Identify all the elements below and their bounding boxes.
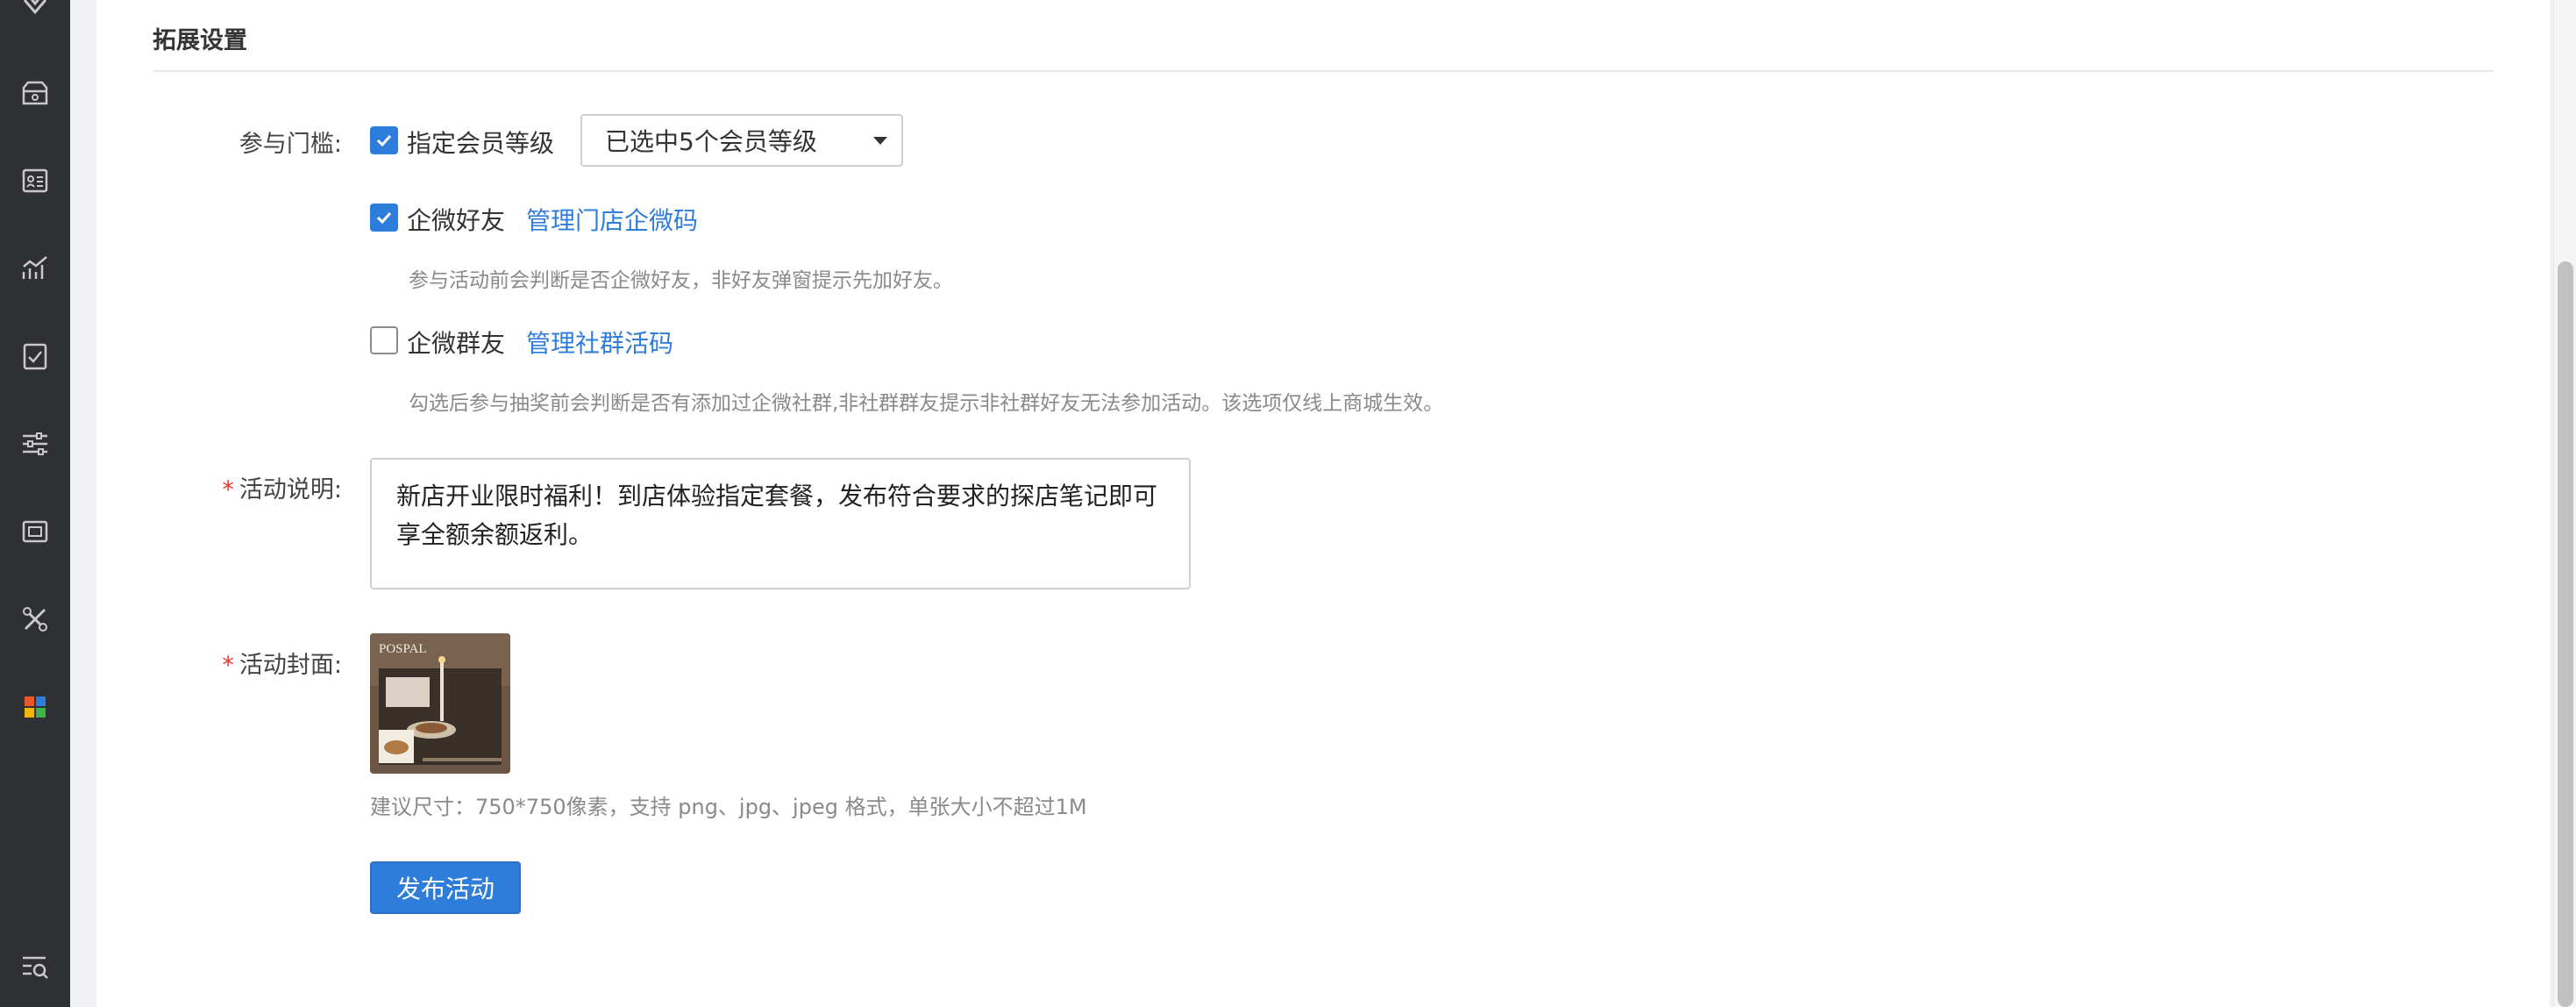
description-textarea[interactable]: 新店开业限时福利！到店体验指定套餐，发布符合要求的探店笔记即可享全额余额返利。 [370, 458, 1191, 589]
svg-text:POSPAL: POSPAL [379, 642, 426, 656]
manage-group-live-code-link[interactable]: 管理社群活码 [526, 325, 673, 360]
wecom-friend-hint: 参与活动前会判断是否企微好友，非好友弹窗提示先加好友。 [409, 269, 953, 292]
member-level-select-value: 已选中5个会员等级 [605, 127, 817, 156]
search-list-icon[interactable] [18, 949, 53, 984]
tools-icon[interactable] [18, 602, 53, 637]
member-level-checkbox[interactable] [370, 126, 398, 154]
required-mark: * [222, 476, 234, 504]
cover-image[interactable]: POSPAL [370, 633, 510, 774]
cover-label: * 活动封面: [222, 652, 342, 679]
required-mark: * [222, 652, 234, 679]
cover-size-hint: 建议尺寸：750*750像素，支持 png、jpg、jpeg 格式，单张大小不超… [370, 795, 1087, 819]
coupon-icon[interactable] [18, 514, 53, 549]
section-title: 拓展设置 [153, 27, 247, 54]
member-level-select[interactable]: 已选中5个会员等级 [580, 114, 903, 167]
sidebar-nav [0, 0, 70, 1007]
description-label: * 活动说明: [222, 476, 342, 504]
caret-down-icon [873, 137, 887, 145]
section-divider [153, 70, 2494, 72]
apps-icon[interactable] [18, 689, 53, 725]
wecom-friend-checkbox[interactable] [370, 204, 398, 232]
check-icon [376, 134, 392, 147]
wecom-group-label: 企微群友 [407, 329, 506, 358]
settings-panel: 拓展设置 参与门槛: 指定会员等级 已选中5个会员等级 企微好友 管理门店企微码… [96, 0, 2550, 1007]
ticket-icon[interactable] [18, 75, 53, 111]
scrollbar[interactable] [2553, 0, 2576, 1007]
publish-activity-button[interactable]: 发布活动 [370, 861, 521, 914]
member-level-label: 指定会员等级 [407, 129, 555, 158]
wecom-friend-label: 企微好友 [407, 206, 506, 235]
chart-icon[interactable] [18, 251, 53, 286]
checklist-icon[interactable] [18, 339, 53, 374]
id-card-icon[interactable] [18, 163, 53, 198]
sliders-icon[interactable] [18, 426, 53, 461]
wecom-group-checkbox[interactable] [370, 326, 398, 354]
diamond-icon[interactable] [18, 0, 53, 25]
threshold-label: 参与门槛: [238, 131, 342, 158]
wecom-group-hint: 勾选后参与抽奖前会判断是否有添加过企微社群,非社群群友提示非社群好友无法参加活动… [409, 392, 1444, 415]
check-icon [376, 211, 392, 225]
manage-store-wecom-code-link[interactable]: 管理门店企微码 [526, 202, 698, 237]
scrollbar-thumb[interactable] [2558, 261, 2573, 1007]
